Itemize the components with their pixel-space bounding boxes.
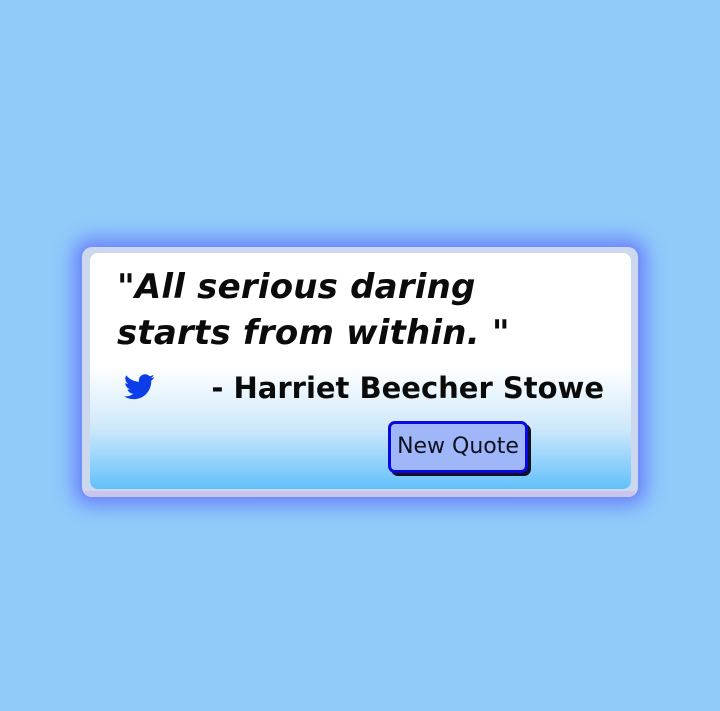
quote-text: "All serious daring starts from within. … bbox=[117, 267, 510, 353]
quote-card: "All serious daring starts from within. … bbox=[90, 253, 631, 489]
tweet-quote-link[interactable] bbox=[124, 374, 156, 402]
new-quote-button[interactable]: New Quote bbox=[388, 421, 528, 473]
quote-box: "All serious daring starts from within. … bbox=[82, 247, 638, 497]
quote-author: - Harriet Beecher Stowe bbox=[211, 371, 604, 405]
twitter-bird-icon bbox=[124, 374, 155, 400]
